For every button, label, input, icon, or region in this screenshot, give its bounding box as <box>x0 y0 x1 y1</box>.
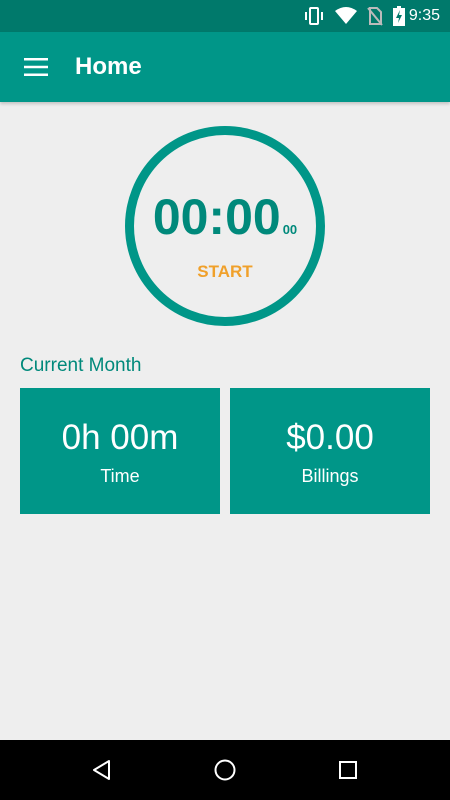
app-bar: Home <box>0 32 450 102</box>
no-sim-icon <box>367 6 383 26</box>
status-bar: 9:35 <box>0 0 450 32</box>
timer-time: 00:00 <box>152 189 281 245</box>
billings-label: Billings <box>301 466 359 486</box>
billings-value: $0.00 <box>286 418 374 457</box>
page-title: Home <box>75 53 142 80</box>
hamburger-menu-icon[interactable] <box>0 32 72 102</box>
billings-card[interactable]: $0.00 Billings <box>230 388 430 514</box>
battery-charging-icon <box>392 6 405 26</box>
wifi-icon <box>334 7 357 25</box>
time-label: Time <box>100 466 140 486</box>
back-icon[interactable] <box>72 740 132 800</box>
vibrate-icon <box>303 6 325 26</box>
navigation-bar <box>0 740 450 800</box>
status-time: 9:35 <box>408 7 440 24</box>
time-value: 0h 00m <box>61 418 179 457</box>
section-title: Current Month <box>20 355 142 376</box>
time-card[interactable]: 0h 00m Time <box>20 388 220 514</box>
timer-display: 00:00 00 <box>134 188 316 246</box>
home-icon[interactable] <box>195 740 255 800</box>
start-button[interactable]: START <box>134 262 316 282</box>
timer-seconds: 00 <box>282 222 298 237</box>
recents-icon[interactable] <box>318 740 378 800</box>
timer-button[interactable]: 00:00 00 START <box>125 126 325 326</box>
status-icons <box>303 6 405 26</box>
